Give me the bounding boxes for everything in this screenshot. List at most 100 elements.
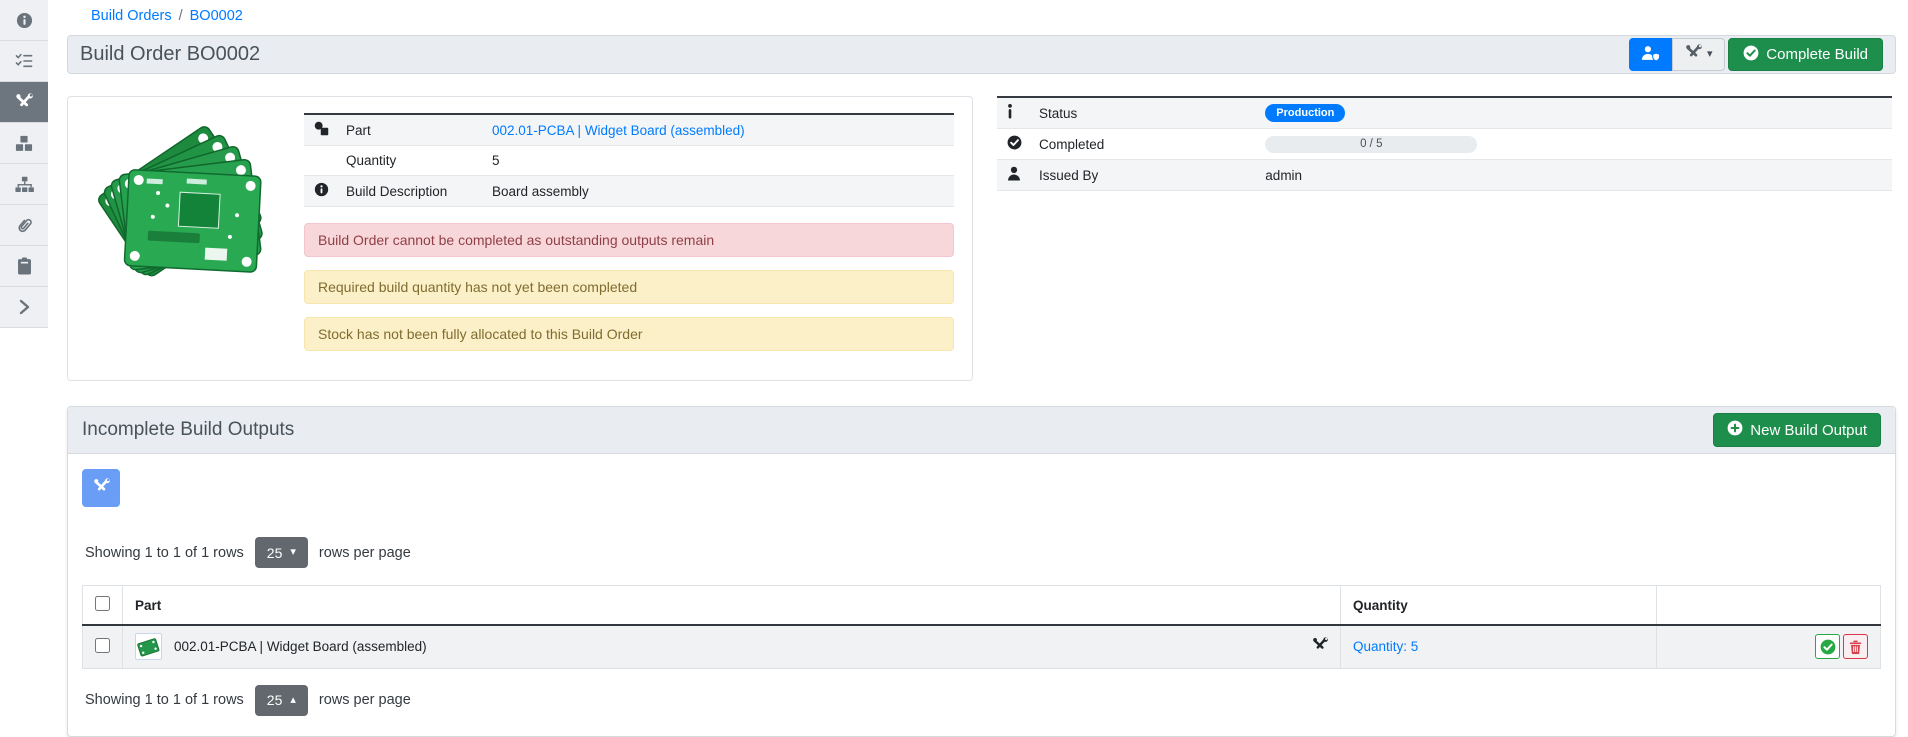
caret-up-icon: ▴ — [290, 695, 296, 706]
breadcrumb-link-bo0002[interactable]: BO0002 — [190, 8, 243, 24]
output-part-name: 002.01-PCBA | Widget Board (assembled) — [174, 639, 427, 654]
clipboard-icon — [17, 257, 32, 275]
detail-value: 5 — [484, 146, 954, 176]
complete-build-button[interactable]: Complete Build — [1728, 38, 1883, 71]
output-row: 002.01-PCBA | Widget Board (assembled) Q… — [83, 625, 1881, 668]
breadcrumb-link-build-orders[interactable]: Build Orders — [91, 8, 172, 24]
part-thumbnail — [135, 633, 162, 660]
output-actions-button[interactable] — [82, 469, 120, 507]
sidebar — [0, 0, 48, 328]
tools-icon — [93, 478, 110, 499]
pagination-bottom: Showing 1 to 1 of 1 rows 25 ▴ rows per p… — [85, 685, 1881, 716]
outputs-panel-title: Incomplete Build Outputs — [82, 419, 294, 441]
delete-output-button[interactable] — [1843, 634, 1868, 659]
info-circle-icon — [16, 12, 33, 29]
build-status-panel: Status Production Completed 0 / 5 Issued… — [997, 96, 1896, 191]
header-actions: ▾ Complete Build — [1629, 38, 1883, 71]
status-label: Status — [1031, 97, 1257, 129]
page-size-dropdown[interactable]: 25 ▴ — [255, 685, 308, 716]
build-status-table: Status Production Completed 0 / 5 Issued… — [997, 96, 1892, 191]
build-details-table: Part 002.01-PCBA | Widget Board (assembl… — [304, 113, 954, 207]
output-quantity-link[interactable]: Quantity: 5 — [1353, 639, 1418, 654]
complete-build-label: Complete Build — [1766, 46, 1868, 63]
alert-stock-not-allocated: Stock has not been fully allocated to th… — [304, 317, 954, 351]
row-checkbox[interactable] — [95, 638, 110, 653]
outputs-panel-heading: Incomplete Build Outputs New Build Outpu… — [68, 407, 1895, 454]
admin-view-button[interactable] — [1629, 38, 1672, 71]
page-title: Build Order BO0002 — [80, 43, 260, 66]
caret-down-icon: ▾ — [290, 547, 296, 558]
sidebar-item-allocated-stock[interactable] — [0, 123, 48, 164]
detail-label: Build Description — [338, 176, 484, 207]
build-actions-dropdown-button[interactable]: ▾ — [1672, 38, 1725, 71]
page-header: Build Order BO0002 ▾ Complete Build — [67, 35, 1896, 74]
new-build-output-button[interactable]: New Build Output — [1713, 413, 1881, 447]
issued-by-label: Issued By — [1031, 160, 1257, 191]
tools-icon[interactable] — [1312, 637, 1328, 656]
issued-by-value: admin — [1257, 160, 1892, 191]
details-section: Part 002.01-PCBA | Widget Board (assembl… — [67, 96, 1896, 381]
breadcrumb: Build Orders / BO0002 — [67, 0, 1896, 31]
user-icon — [1007, 169, 1021, 184]
pagination-showing-text: Showing 1 to 1 of 1 rows — [85, 692, 244, 708]
sidebar-item-attachments[interactable] — [0, 205, 48, 246]
caret-down-icon: ▾ — [1707, 49, 1713, 60]
detail-row-quantity: Quantity 5 — [304, 146, 954, 176]
rows-per-page-text: rows per page — [319, 545, 411, 561]
sidebar-item-notes[interactable] — [0, 246, 48, 287]
detail-value: Board assembly — [484, 176, 954, 207]
sidebar-expand[interactable] — [0, 287, 48, 328]
info-circle-icon — [314, 185, 329, 200]
sidebar-item-allocate[interactable] — [0, 41, 48, 82]
breadcrumb-separator: / — [179, 8, 183, 24]
alert-outstanding-outputs: Build Order cannot be completed as outst… — [304, 223, 954, 257]
boxes-icon — [15, 135, 33, 152]
detail-label: Part — [338, 114, 484, 146]
status-row: Status Production — [997, 97, 1892, 129]
detail-row-description: Build Description Board assembly — [304, 176, 954, 207]
status-badge: Production — [1265, 104, 1345, 122]
completed-row: Completed 0 / 5 — [997, 129, 1892, 160]
build-details-main: Part 002.01-PCBA | Widget Board (assembl… — [304, 113, 954, 364]
column-header-actions — [1657, 586, 1881, 626]
outputs-panel-body: Showing 1 to 1 of 1 rows 25 ▾ rows per p… — [68, 454, 1895, 736]
column-header-quantity[interactable]: Quantity — [1341, 586, 1657, 626]
sidebar-item-outputs[interactable] — [0, 82, 48, 123]
new-build-output-label: New Build Output — [1750, 422, 1867, 439]
detail-row-part: Part 002.01-PCBA | Widget Board (assembl… — [304, 114, 954, 146]
outputs-table: Part Quantity 002.01-PCBA — [82, 585, 1881, 669]
user-shield-icon — [1641, 45, 1660, 65]
alert-quantity-incomplete: Required build quantity has not yet been… — [304, 270, 954, 304]
tools-icon — [1685, 44, 1702, 65]
paperclip-icon — [16, 216, 33, 234]
rows-per-page-text: rows per page — [319, 692, 411, 708]
completed-label: Completed — [1031, 129, 1257, 160]
plus-circle-icon — [1727, 420, 1743, 440]
chevron-right-icon — [18, 299, 30, 315]
check-circle-icon — [1007, 138, 1022, 153]
sidebar-item-child-builds[interactable] — [0, 164, 48, 205]
build-details-card: Part 002.01-PCBA | Widget Board (assembl… — [67, 96, 973, 381]
tools-icon — [15, 93, 33, 111]
shapes-icon — [314, 124, 329, 139]
sitemap-icon — [15, 176, 34, 193]
page-size-dropdown[interactable]: 25 ▾ — [255, 537, 308, 568]
check-circle-icon — [1743, 45, 1759, 65]
pagination-top: Showing 1 to 1 of 1 rows 25 ▾ rows per p… — [85, 537, 1881, 568]
detail-label: Quantity — [338, 146, 484, 176]
column-header-part[interactable]: Part — [123, 586, 1341, 626]
main-content: Build Orders / BO0002 Build Order BO0002… — [48, 0, 1908, 737]
select-all-checkbox[interactable] — [95, 596, 110, 611]
part-image — [86, 113, 282, 281]
completed-progressbar: 0 / 5 — [1265, 136, 1477, 153]
info-icon — [1007, 107, 1013, 122]
sidebar-item-details[interactable] — [0, 0, 48, 41]
pagination-showing-text: Showing 1 to 1 of 1 rows — [85, 545, 244, 561]
issued-by-row: Issued By admin — [997, 160, 1892, 191]
page-size-value: 25 — [267, 545, 283, 561]
complete-output-button[interactable] — [1815, 634, 1840, 659]
outputs-table-header: Part Quantity — [83, 586, 1881, 626]
incomplete-outputs-panel: Incomplete Build Outputs New Build Outpu… — [67, 406, 1896, 737]
checklist-icon — [15, 53, 33, 69]
part-link[interactable]: 002.01-PCBA | Widget Board (assembled) — [492, 123, 745, 138]
